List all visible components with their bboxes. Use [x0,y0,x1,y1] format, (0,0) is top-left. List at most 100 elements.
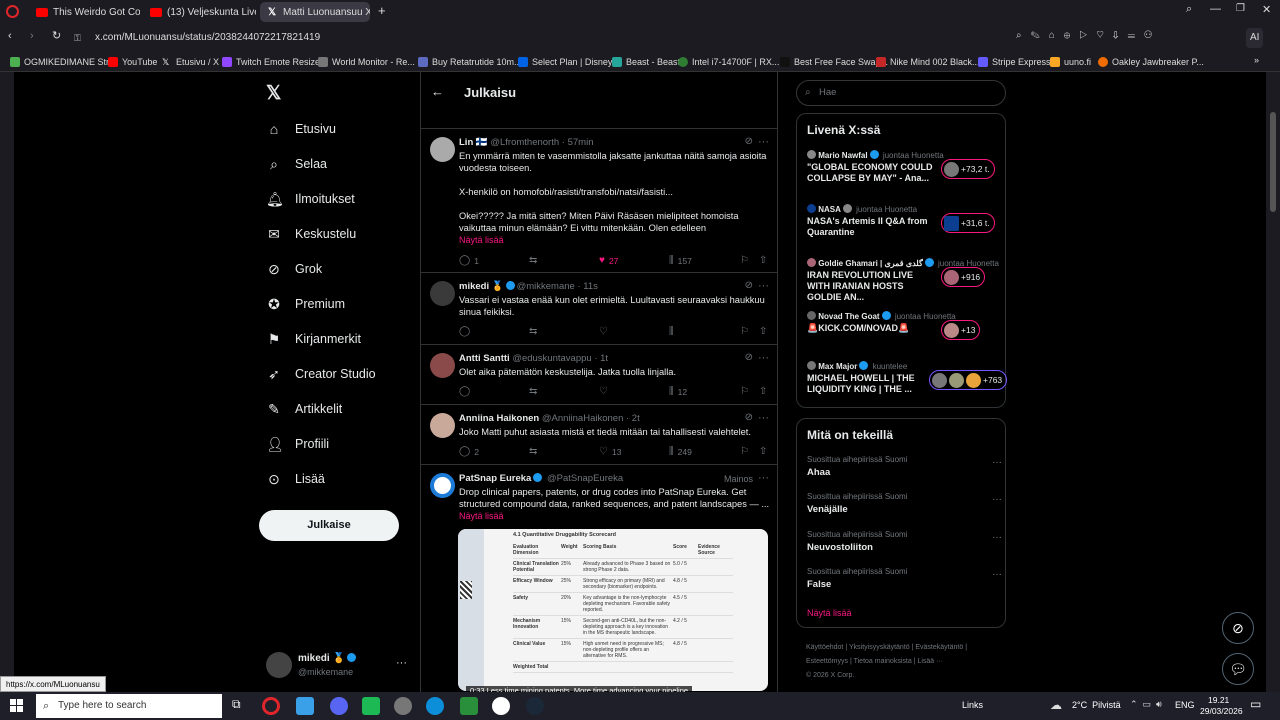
app-taskbar-icon[interactable] [460,697,478,715]
bookmark-button[interactable]: ⚐ [740,446,753,457]
app-taskbar-icon[interactable] [492,697,510,715]
tweet-time[interactable]: · 57min [562,137,594,148]
bookmark[interactable]: Beast - Beast [612,55,680,69]
show-more-link[interactable]: Näytä lisää [459,511,504,521]
url-field[interactable]: ⚿ x.com/MLuonuansu/status/20382440722178… [70,28,1010,48]
back-icon[interactable]: ‹ [8,30,12,42]
like-button[interactable]: ♡ [599,386,612,397]
bookmark[interactable]: Buy Retatrutide 10m... [418,55,522,69]
avatar[interactable] [430,413,455,438]
bookmarks-overflow-icon[interactable]: » [1254,55,1259,65]
like-button[interactable]: ♡ [599,326,612,337]
more-icon[interactable]: ··· [992,569,1002,580]
repost-button[interactable]: ⇆ [529,446,541,457]
bookmark[interactable]: Oakley Jawbreaker P... [1098,55,1204,69]
weather-widget[interactable]: 2°C Pilvistä [1072,700,1121,710]
live-listeners-pill[interactable]: +763 [929,370,1008,390]
live-listeners-pill[interactable]: +31,6 t. [941,213,995,233]
show-more-link[interactable]: Näytä lisää [807,608,852,618]
bookmark[interactable]: World Monitor - Re... [318,55,415,69]
avatar[interactable] [430,473,455,498]
views-button[interactable]: ⫼ 157 [669,255,692,266]
trend-item[interactable]: Suosittua aihepiirissä Suomi Neuvostoliit… [807,530,1002,553]
steam-icon[interactable] [526,697,544,715]
nav-item-notifications[interactable]: 🔔︎ Ilmoitukset [266,191,355,207]
tweet-handle[interactable]: @AnniinaHaikonen [542,413,623,424]
tweet-handle[interactable]: @Lfromthenorth [490,137,559,148]
notification-icon[interactable]: ▭ [1250,697,1261,711]
more-icon[interactable]: ··· [758,136,769,148]
tweet-handle[interactable]: @PatSnapEureka [547,473,623,484]
tweet-author[interactable]: Lin 🇫🇮 [459,137,488,148]
like-button[interactable]: ♥ 27 [599,255,618,266]
footer-link[interactable]: Tietoa mainoksista [854,658,912,665]
live-space[interactable]: Max Major kuuntelee MICHAEL HOWELL | THE… [807,361,1008,409]
tweet-time[interactable]: · 11s [577,281,597,292]
share-button[interactable]: ⇧ [759,386,771,397]
bookmark[interactable]: uuno.fi [1050,55,1091,69]
show-more-link[interactable]: Näytä lisää [459,235,504,245]
tweet[interactable]: mikedi 🏅 @mikkemane · 11s ⊘ ··· Vassari ei… [421,272,777,344]
more-icon[interactable]: ··· [992,457,1002,468]
bookmark[interactable]: Intel i7-14700F | RX... [678,55,779,69]
trend-item[interactable]: Suosittua aihepiirissä Suomi Venäjälle ··· [807,492,1002,515]
repost-button[interactable]: ⇆ [529,326,541,337]
account-more-icon[interactable]: ··· [396,657,407,669]
footer-link[interactable]: Yksityisyyskäytäntö [849,644,910,651]
repost-button[interactable]: ⇆ [529,255,541,266]
live-space[interactable]: Mario Nawfal juontaa Huonetta "GLOBAL EC… [807,150,1002,198]
more-icon[interactable]: ··· [992,494,1002,505]
more-icon[interactable]: ··· [758,352,769,364]
live-space[interactable]: Novad The Goat juontaa Huonetta 🚨KICK.CO… [807,311,1002,359]
bookmark[interactable]: Twitch Emote Resizer [222,55,323,69]
bookmark[interactable]: Stripe Express [978,55,1051,69]
windows-start-icon[interactable] [10,699,23,712]
more-icon[interactable]: ··· [758,472,769,484]
search-tabs-icon[interactable]: ⌕ [1186,3,1192,16]
tweet-handle[interactable]: @eduskuntavappu [512,353,591,364]
more-icon[interactable]: ··· [758,412,769,424]
bookmark[interactable]: 𝕏 Etusivu / X [162,55,219,69]
taskbar-search[interactable]: ⌕ Type here to search [36,694,222,718]
tweet-time[interactable]: · 1t [594,353,608,364]
x-logo-icon[interactable]: 𝕏 [266,82,281,105]
extensions-toolbar-icons[interactable]: ⌕✎⌂⊕▷♡⇩☰⚇ [1016,30,1161,41]
nav-item-bookmarks[interactable]: ⚑ Kirjanmerkit [266,331,361,347]
opera-logo-icon[interactable] [6,5,19,18]
bookmark[interactable]: Best Free Face Swap... [780,55,888,69]
views-button[interactable]: ⫼ 12 [669,386,687,397]
bookmark-button[interactable]: ⚐ [740,386,753,397]
tweet-author[interactable]: mikedi [459,281,489,292]
language-indicator[interactable]: ENG [1175,700,1195,710]
browser-tab-active[interactable]: 𝕏Matti Luonuansuu X:ssä:✕ [260,2,370,22]
footer-link[interactable]: Evästekäytäntö [915,644,963,651]
tweet[interactable]: Anniina Haikonen @AnniinaHaikonen · 2t ⊘… [421,404,777,464]
avatar[interactable] [430,137,455,162]
reply-button[interactable]: ◯ [459,386,474,397]
footer-link[interactable]: Lisää ··· [917,658,943,665]
forward-icon[interactable]: › [30,30,34,42]
new-tab-button[interactable]: + [378,3,386,18]
bookmark[interactable]: YouTube [108,55,157,69]
nav-item-premium[interactable]: ✪ Premium [266,296,345,312]
more-icon[interactable]: ··· [758,280,769,292]
live-space[interactable]: Goldie Ghamari | گلدی قمری juontaa Huone… [807,258,1002,306]
scrollbar[interactable] [1266,72,1280,692]
scrollbar-thumb[interactable] [1270,112,1276,212]
search-input[interactable]: ⌕ Hae [796,80,1006,106]
tweet[interactable]: Antti Santti @eduskuntavappu · 1t ⊘ ··· O… [421,344,777,404]
grok-explain-icon[interactable]: ⊘ [745,352,753,363]
maximize-icon[interactable]: ❐ [1236,3,1245,14]
reply-button[interactable]: ◯ [459,326,474,337]
tweet-author[interactable]: Anniina Haikonen [459,413,539,424]
more-icon[interactable]: ··· [992,532,1002,543]
tweet-time[interactable]: · 2t [626,413,640,424]
grok-explain-icon[interactable]: ⊘ [745,412,753,423]
ad-video[interactable]: 4.1 Quantitative Druggability Scorecard … [458,529,768,691]
bookmark-button[interactable]: ⚐ [740,326,753,337]
grok-explain-icon[interactable]: ⊘ [745,136,753,147]
site-info-icon[interactable]: ⚿ [74,28,81,48]
minimize-icon[interactable]: — [1210,3,1221,15]
footer-link[interactable]: Käyttöehdot [806,644,843,651]
tweet[interactable]: Lin 🇫🇮 @Lfromthenorth · 57min ⊘ ··· En ym… [421,128,777,272]
